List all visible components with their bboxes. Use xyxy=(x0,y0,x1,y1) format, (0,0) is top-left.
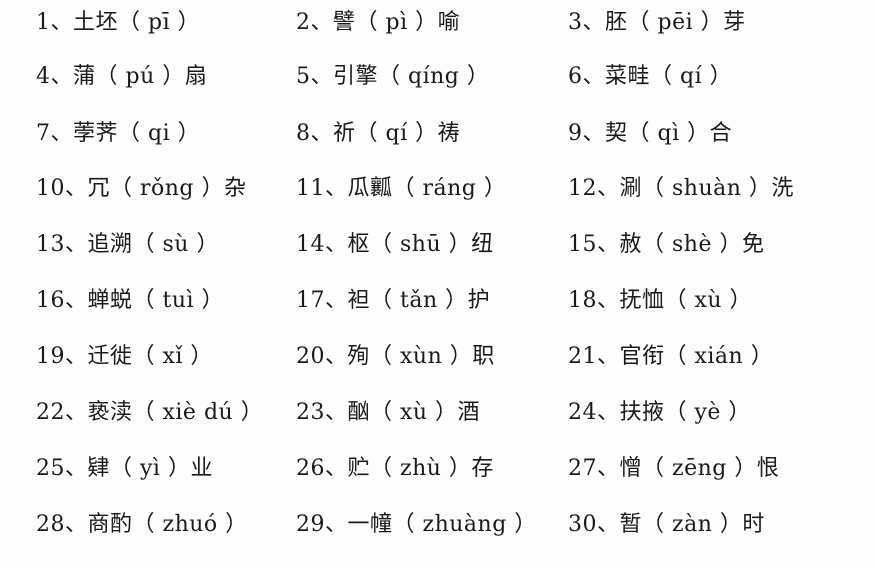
worksheet-row: 19、迁徙（ xǐ ） 20、殉（ xùn ）职 21、官衔（ xián ） xyxy=(0,334,874,374)
worksheet-row: 16、蝉蜕（ tuì ） 17、袒（ tǎn ）护 18、抚恤（ xù ） xyxy=(0,278,874,318)
entry-29: 29、一幢（ zhuàng ） xyxy=(296,512,537,537)
worksheet-row: 10、冗（ rǒng ）杂 11、瓜瓤（ ráng ） 12、涮（ shuàn … xyxy=(0,166,874,206)
entry-2: 2、譬（ pì ）喻 xyxy=(296,10,461,35)
entry-16: 16、蝉蜕（ tuì ） xyxy=(36,288,225,313)
entry-21: 21、官衔（ xián ） xyxy=(568,344,774,369)
worksheet-row: 13、追溯（ sù ） 14、枢（ shū ）纽 15、赦（ shè ）免 xyxy=(0,222,874,262)
entry-19: 19、迁徙（ xǐ ） xyxy=(36,344,213,369)
entry-15: 15、赦（ shè ）免 xyxy=(568,232,765,257)
entry-1: 1、土坯（ pī ） xyxy=(36,10,201,35)
worksheet-row: 7、荸荠（ qi ） 8、祈（ qí ）祷 9、契（ qì ）合 xyxy=(0,111,874,151)
entry-9: 9、契（ qì ）合 xyxy=(568,121,733,146)
entry-30: 30、暂（ zàn ）时 xyxy=(568,512,765,537)
entry-17: 17、袒（ tǎn ）护 xyxy=(296,288,491,313)
entry-25: 25、肄（ yì ）业 xyxy=(36,456,213,481)
entry-20: 20、殉（ xùn ）职 xyxy=(296,344,495,369)
entry-4: 4、蒲（ pú ）扇 xyxy=(36,64,208,89)
entry-7: 7、荸荠（ qi ） xyxy=(36,121,201,146)
entry-28: 28、商酌（ zhuó ） xyxy=(36,512,248,537)
entry-24: 24、扶掖（ yè ） xyxy=(568,400,751,425)
entry-18: 18、抚恤（ xù ） xyxy=(568,288,753,313)
worksheet-row: 25、肄（ yì ）业 26、贮（ zhù ）存 27、憎（ zēng ）恨 xyxy=(0,446,874,486)
worksheet-row: 1、土坯（ pī ） 2、譬（ pì ）喻 3、胚（ pēi ）芽 xyxy=(0,0,874,40)
worksheet-row: 28、商酌（ zhuó ） 29、一幢（ zhuàng ） 30、暂（ zàn … xyxy=(0,502,874,542)
pinyin-worksheet: 1、土坯（ pī ） 2、譬（ pì ）喻 3、胚（ pēi ）芽 4、蒲（ p… xyxy=(0,0,874,569)
entry-10: 10、冗（ rǒng ）杂 xyxy=(36,176,247,201)
entry-22: 22、亵渎（ xiè dú ） xyxy=(36,400,264,425)
entry-12: 12、涮（ shuàn ）洗 xyxy=(568,176,794,201)
entry-6: 6、菜畦（ qí ） xyxy=(568,64,733,89)
entry-26: 26、贮（ zhù ）存 xyxy=(296,456,494,481)
worksheet-row: 22、亵渎（ xiè dú ） 23、酗（ xù ）酒 24、扶掖（ yè ） xyxy=(0,390,874,430)
entry-11: 11、瓜瓤（ ráng ） xyxy=(296,176,507,201)
entry-27: 27、憎（ zēng ）恨 xyxy=(568,456,780,481)
entry-13: 13、追溯（ sù ） xyxy=(36,232,219,257)
entry-5: 5、引擎（ qíng ） xyxy=(296,64,490,89)
worksheet-row: 4、蒲（ pú ）扇 5、引擎（ qíng ） 6、菜畦（ qí ） xyxy=(0,54,874,94)
entry-8: 8、祈（ qí ）祷 xyxy=(296,121,461,146)
entry-14: 14、枢（ shū ）纽 xyxy=(296,232,494,257)
entry-3: 3、胚（ pēi ）芽 xyxy=(568,10,746,35)
entry-23: 23、酗（ xù ）酒 xyxy=(296,400,481,425)
